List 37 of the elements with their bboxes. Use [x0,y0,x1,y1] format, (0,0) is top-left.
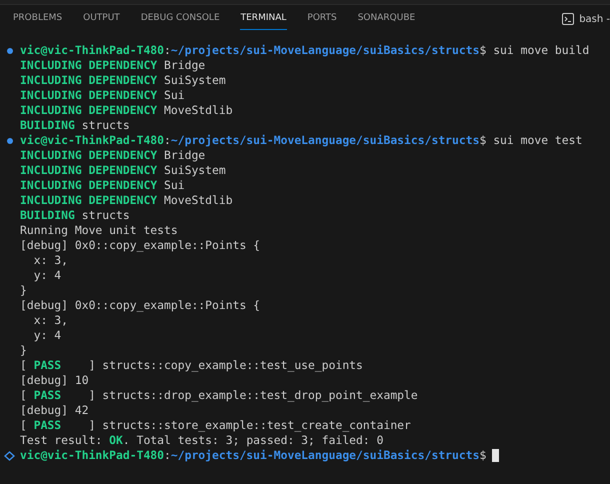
panel-tab[interactable]: OUTPUT [82,8,121,30]
prompt-line: vic@vic-ThinkPad-T480:~/projects/sui-MoveLanguage/suiBasics/structs$ [20,448,486,463]
panel-tab[interactable]: PROBLEMS [12,8,64,30]
output-line: BUILDING structs [20,208,130,222]
output-line: x: 3, [32,253,68,267]
output-line: Running Move unit tests [20,223,178,237]
output-line: [debug] 0x0::copy_example::Points { [20,298,260,312]
output-line: [ PASS ] structs::drop_example::test_drop_point_example [20,388,418,402]
output-line: [debug] 10 [20,373,89,387]
output-line: y: 4 [32,268,62,282]
output-line: } [20,283,27,297]
output-line: [ PASS ] structs::store_example::test_create_container [20,418,411,432]
prompt-line: vic@vic-ThinkPad-T480:~/projects/sui-MoveLanguage/suiBasics/structs$ sui move build [20,43,590,58]
panel-tab[interactable]: DEBUG CONSOLE [140,8,221,30]
terminal-switcher[interactable]: bash - [562,12,610,26]
output-line: INCLUDING DEPENDENCY SuiSystem [20,73,226,87]
output-line: INCLUDING DEPENDENCY Bridge [20,148,206,162]
output-line: BUILDING structs [20,118,130,132]
output-line: [debug] 42 [20,403,89,417]
panel-tab[interactable]: PORTS [306,8,338,30]
output-line: INCLUDING DEPENDENCY Sui [20,88,185,102]
output-line: } [20,343,27,357]
output-line: INCLUDING DEPENDENCY MoveStdlib [20,103,233,117]
output-line: [ PASS ] structs::copy_example::test_use_points [20,358,363,372]
panel-tab[interactable]: SONARQUBE [356,8,416,30]
output-line: [debug] 0x0::copy_example::Points { [20,238,260,252]
output-line: INCLUDING DEPENDENCY Bridge [20,58,206,72]
terminal-icon [562,13,574,25]
output-line: INCLUDING DEPENDENCY SuiSystem [20,163,226,177]
diamond-icon[interactable] [4,451,15,461]
output-line: INCLUDING DEPENDENCY Sui [20,178,185,192]
output-line: y: 4 [32,328,62,342]
output-line: INCLUDING DEPENDENCY MoveStdlib [20,193,233,207]
prompt-line: vic@vic-ThinkPad-T480:~/projects/sui-MoveLanguage/suiBasics/structs$ sui move test [20,133,582,148]
panel-tab[interactable]: TERMINAL [240,8,288,30]
output-line: Test result: OK. Total tests: 3; passed: 3; failed: 0 [20,433,384,447]
output-line: x: 3, [32,313,68,327]
